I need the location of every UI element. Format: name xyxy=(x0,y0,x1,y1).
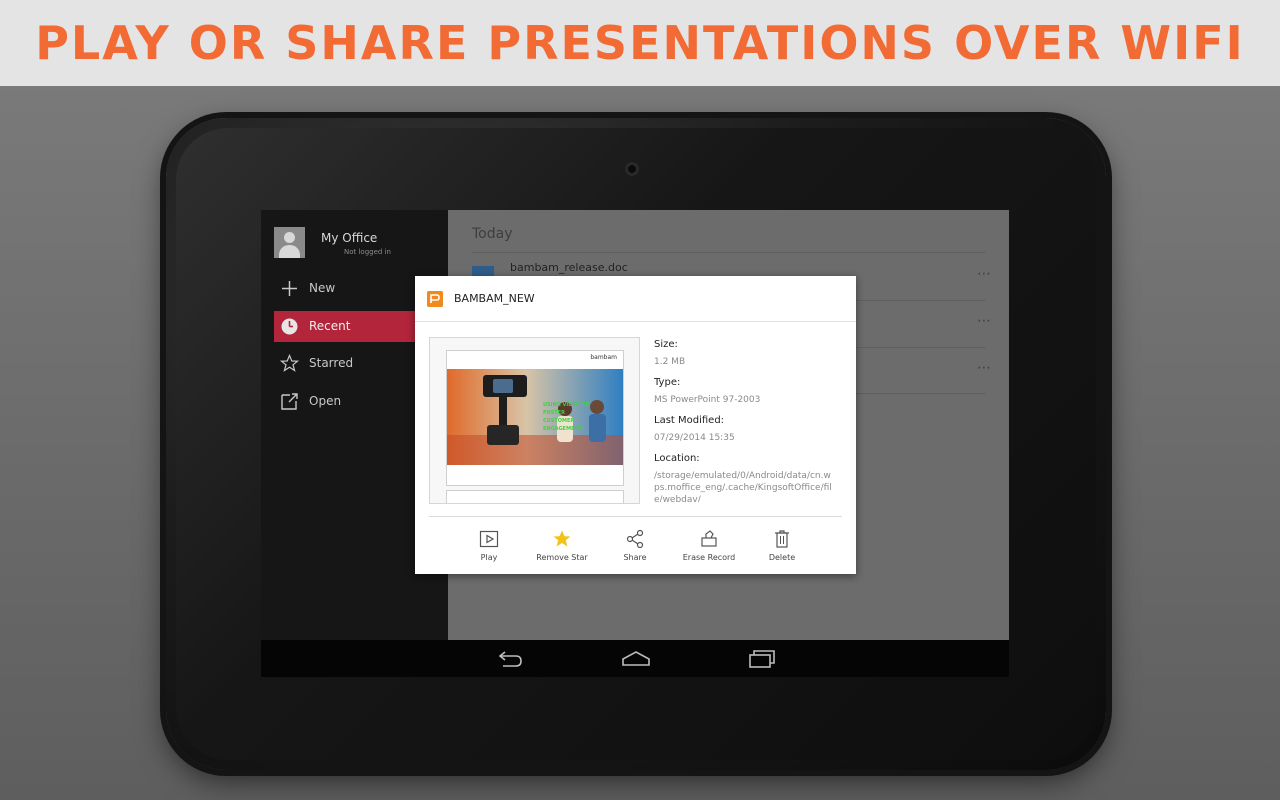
profile-status: Not logged in xyxy=(344,248,391,256)
slide-preview[interactable]: bambam USING VIDEO TO FOSTER CUSTOMER EN… xyxy=(429,337,640,504)
erase-icon xyxy=(701,530,717,547)
dialog-header: BAMBAM_NEW xyxy=(415,276,856,322)
sidebar-item-new[interactable]: New xyxy=(274,273,414,304)
play-button[interactable]: Play xyxy=(449,529,529,565)
sidebar-item-label: Recent xyxy=(309,319,351,333)
section-header-today: Today xyxy=(472,226,513,242)
sidebar-item-label: New xyxy=(309,281,336,295)
sidebar-item-label: Open xyxy=(309,394,342,408)
camera-icon xyxy=(625,162,639,176)
slide-caption: USING VIDEO TO FOSTER CUSTOMER ENGAGEMEN… xyxy=(543,402,590,432)
slide-thumbnail: bambam USING VIDEO TO FOSTER CUSTOMER EN… xyxy=(446,350,624,486)
location-value: /storage/emulated/0/Android/data/cn.wps.… xyxy=(654,471,832,502)
plus-icon xyxy=(282,281,297,296)
clock-icon xyxy=(281,318,298,335)
share-button[interactable]: Share xyxy=(595,529,675,565)
file-name: bambam_release.doc xyxy=(510,261,628,274)
slide-brand: bambam xyxy=(590,354,617,361)
slide-thumbnail xyxy=(446,490,624,503)
sidebar-item-open[interactable]: Open xyxy=(274,386,414,417)
star-filled-icon xyxy=(553,530,571,547)
promo-banner: PLAY OR SHARE PRESENTATIONS OVER WIFI xyxy=(0,0,1280,86)
type-label: Type: xyxy=(654,377,681,388)
size-label: Size: xyxy=(654,339,678,350)
play-label: Play xyxy=(480,553,498,562)
size-value: 1.2 MB xyxy=(654,357,686,367)
last-modified-label: Last Modified: xyxy=(654,415,725,426)
profile[interactable]: My Office Not logged in xyxy=(274,227,444,263)
sidebar-item-label: Starred xyxy=(309,356,354,370)
presentation-logo-icon xyxy=(427,291,443,307)
dialog-divider xyxy=(429,516,842,517)
avatar-icon xyxy=(274,227,305,258)
more-options-icon[interactable]: ⋯ xyxy=(977,360,992,376)
banner-title: PLAY OR SHARE PRESENTATIONS OVER WIFI xyxy=(35,16,1245,70)
share-label: Share xyxy=(623,553,647,562)
erase-record-button[interactable]: Erase Record xyxy=(669,529,749,565)
file-details-dialog: BAMBAM_NEW bambam USING VIDEO TO FOSTER … xyxy=(415,276,856,574)
slide-image xyxy=(447,369,623,465)
divider xyxy=(472,252,986,253)
share-icon xyxy=(626,529,644,549)
profile-name: My Office xyxy=(321,231,378,245)
erase-record-label: Erase Record xyxy=(682,553,736,562)
delete-button[interactable]: Delete xyxy=(742,529,822,565)
type-value: MS PowerPoint 97-2003 xyxy=(654,395,761,405)
dialog-title: BAMBAM_NEW xyxy=(454,292,535,305)
system-nav-bar xyxy=(261,640,1009,677)
remove-star-label: Remove Star xyxy=(536,553,588,562)
more-options-icon[interactable]: ⋯ xyxy=(977,266,992,282)
back-icon[interactable] xyxy=(495,648,525,670)
remove-star-button[interactable]: Remove Star xyxy=(522,529,602,565)
open-folder-icon xyxy=(281,393,298,410)
star-icon xyxy=(280,354,299,372)
last-modified-value: 07/29/2014 15:35 xyxy=(654,433,735,443)
sidebar-item-starred[interactable]: Starred xyxy=(274,348,414,379)
sidebar-item-recent[interactable]: Recent xyxy=(274,311,416,342)
location-label: Location: xyxy=(654,453,700,464)
more-options-icon[interactable]: ⋯ xyxy=(977,313,992,329)
recent-apps-icon[interactable] xyxy=(747,648,777,670)
play-icon xyxy=(479,530,499,548)
trash-icon xyxy=(775,530,789,548)
home-icon[interactable] xyxy=(621,648,651,670)
delete-label: Delete xyxy=(768,553,796,562)
